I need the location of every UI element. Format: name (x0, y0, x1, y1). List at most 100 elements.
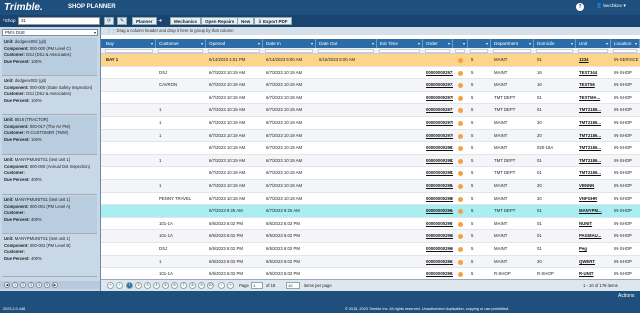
grid-cell-order[interactable]: 000000002984 (426, 180, 453, 193)
refresh-icon[interactable]: ⟳ (104, 17, 114, 25)
grid-cell-unit[interactable]: VNFGHR (579, 193, 611, 206)
column-header[interactable]: Order ▾ (423, 39, 453, 48)
pager-first-icon[interactable]: « (107, 282, 114, 289)
filter-icon[interactable]: ▾ (486, 39, 488, 48)
planner-button[interactable]: Planner (132, 17, 157, 25)
grid-cell-order[interactable]: 000000002963 (426, 268, 453, 278)
grid-cell-order[interactable]: 000000002981 (426, 142, 453, 155)
table-row[interactable]: 6/7/2023 9:25 AM 6/7/2023 9:25 AM 00000000… (101, 205, 640, 218)
grid-cell-order[interactable]: 000000002971 (426, 67, 453, 80)
filter-icon[interactable]: ▾ (635, 39, 637, 48)
grid-cell-order[interactable]: 000000002983 (426, 167, 453, 180)
page-button[interactable]: 6 (171, 282, 178, 289)
mechanics-button[interactable]: Mechanics (170, 17, 202, 25)
page-size-select[interactable]: 10 (286, 282, 300, 289)
column-filter[interactable] (105, 49, 153, 53)
column-header[interactable]: Bay ▾ (103, 39, 156, 48)
table-row[interactable]: BAY 1 6/14/2023 4:01 PM 6/14/2023 9:00 AM 6… (101, 54, 640, 67)
column-header[interactable]: Domicile ▾ (534, 39, 576, 48)
column-header[interactable]: ▾ (453, 39, 468, 48)
column-header[interactable]: Date In ▾ (263, 39, 316, 48)
column-filter[interactable] (536, 49, 573, 53)
filter-icon[interactable]: ▾ (258, 39, 260, 48)
column-filter[interactable] (425, 49, 450, 53)
export-pdf-button[interactable]: ⇩ Export PDF (254, 17, 292, 25)
pm-page-button[interactable]: 2 (20, 282, 26, 288)
pager-last-icon[interactable]: » (227, 282, 234, 289)
filter-icon[interactable]: ▾ (201, 39, 203, 48)
table-row[interactable]: 101-1A 6/6/2023 6:02 PM 6/6/2023 6:02 PM 00… (101, 268, 640, 278)
table-row[interactable]: 6/7/2023 10:19 AM 6/7/2023 10:19 AM 000000… (101, 167, 640, 180)
pager-next-icon[interactable]: › (218, 282, 225, 289)
page-button[interactable]: 9 (198, 282, 205, 289)
page-button[interactable]: 4 (153, 282, 160, 289)
page-input[interactable]: 1 (251, 282, 263, 289)
table-row[interactable]: DSJ 6/6/2023 6:02 PM 6/6/2023 6:02 PM 00000… (101, 243, 640, 256)
pager-prev-icon[interactable]: ‹ (116, 282, 123, 289)
grid-cell-unit[interactable]: VBNNN (579, 180, 611, 193)
new-button[interactable]: New (237, 17, 255, 25)
table-row[interactable]: DSJ 6/7/2023 10:19 AM 6/7/2023 10:19 AM 000… (101, 67, 640, 80)
grid-cell-order[interactable] (426, 54, 453, 67)
page-button[interactable]: 3 (144, 282, 151, 289)
pm-page-button[interactable]: ▶ (52, 282, 58, 288)
column-filter[interactable] (578, 49, 608, 53)
column-filter[interactable] (318, 49, 374, 53)
grid-cell-unit[interactable]: MANYPM... (579, 205, 611, 218)
column-header[interactable]: Est Time ▾ (377, 39, 423, 48)
grid-cell-unit[interactable]: Peg (579, 243, 611, 256)
pm-page-button[interactable]: 3 (28, 282, 34, 288)
table-row[interactable]: 1 6/7/2023 10:19 AM 6/7/2023 10:19 AM 00000… (101, 180, 640, 193)
group-drop-zone[interactable]: ⋮⋮ Drag a column header and drop it here… (101, 27, 640, 35)
grid-cell-unit[interactable]: TMT2186... (579, 117, 611, 130)
grid-cell-order[interactable]: 000000002977 (426, 104, 453, 117)
grid-cell-order[interactable]: 000000002961 (426, 256, 453, 269)
column-filter[interactable] (379, 49, 420, 53)
user-menu[interactable]: 👤 lavchkov ▾ (596, 4, 626, 9)
filter-icon[interactable]: ▾ (311, 39, 313, 48)
page-button[interactable]: 8 (189, 282, 196, 289)
table-row[interactable]: 6/7/2023 10:19 AM 6/7/2023 10:19 AM 000000… (101, 142, 640, 155)
grid-cell-order[interactable]: 000000002969 (426, 243, 453, 256)
actions-button[interactable]: Actions (618, 293, 634, 299)
column-header[interactable]: Opened ▾ (206, 39, 263, 48)
filter-icon[interactable]: ▾ (606, 39, 608, 48)
table-row[interactable]: 1 6/6/2023 6:02 PM 6/6/2023 6:02 PM 0000000… (101, 255, 640, 269)
column-filter[interactable] (455, 49, 465, 53)
filter-icon[interactable]: ▾ (372, 39, 374, 48)
grid-cell-order[interactable]: 000000002973 (426, 79, 453, 92)
pm-card[interactable]: Unit: dodgeex002 (git) Component: 000-000… (2, 38, 97, 76)
pm-page-button[interactable]: 4 (36, 282, 42, 288)
open-repairs-button[interactable]: Open Repairs (201, 17, 239, 25)
grid-cell-order[interactable]: 000000002986 (426, 193, 453, 206)
pm-card[interactable]: Unit: MANYPMUNITS1 (test unit 1) Componen… (2, 156, 97, 195)
filter-icon[interactable]: ▾ (571, 39, 573, 48)
grid-cell-unit[interactable]: TESTMA... (579, 92, 611, 105)
table-row[interactable]: 6/7/2023 10:19 AM 6/7/2023 10:19 AM 000000… (101, 92, 640, 105)
pm-card[interactable]: Unit: 8016 (TRACTOR) Component: 000-017 (… (2, 116, 97, 155)
table-row[interactable]: PENNY TRAVEL 6/7/2023 10:19 AM 6/7/2023 10… (101, 193, 640, 206)
grid-cell-order[interactable]: 000000002967 (426, 218, 453, 231)
column-header[interactable]: Location ▾ (611, 39, 640, 48)
table-row[interactable]: CAVRON 6/7/2023 10:19 AM 6/7/2023 10:19 AM… (101, 79, 640, 92)
filter-icon[interactable]: ▾ (529, 39, 531, 48)
grid-cell-unit[interactable]: QWERT (579, 256, 611, 269)
grid-cell-unit[interactable]: PAGMAU... (579, 230, 611, 243)
grid-cell-unit[interactable]: TMT2186... (579, 142, 611, 155)
column-filter[interactable] (208, 49, 260, 53)
grid-cell-unit[interactable]: TMT2186... (579, 104, 611, 117)
pm-card[interactable]: Unit: dodgeex002 (git) Component: 000-005… (2, 77, 97, 115)
grid-cell-unit[interactable]: 1234 (579, 54, 611, 67)
grid-cell-unit[interactable]: TEST344 (579, 67, 611, 80)
page-button[interactable]: 10 (207, 282, 214, 289)
page-button[interactable]: 7 (180, 282, 187, 289)
grid-cell-order[interactable]: 000000002964 (426, 205, 453, 218)
column-header[interactable]: Unit ▾ (576, 39, 611, 48)
column-filter[interactable] (470, 49, 488, 53)
grid-cell-order[interactable]: 000000002968 (426, 230, 453, 243)
table-row[interactable]: 1 6/7/2023 10:19 AM 6/7/2023 10:19 AM 00000… (101, 104, 640, 117)
grid-cell-order[interactable]: 000000002982 (426, 155, 453, 168)
filter-icon[interactable]: ▾ (448, 39, 450, 48)
table-row[interactable]: 1 6/7/2023 10:19 AM 6/7/2023 10:19 AM 00000… (101, 129, 640, 143)
filter-icon[interactable]: ▾ (151, 39, 153, 48)
